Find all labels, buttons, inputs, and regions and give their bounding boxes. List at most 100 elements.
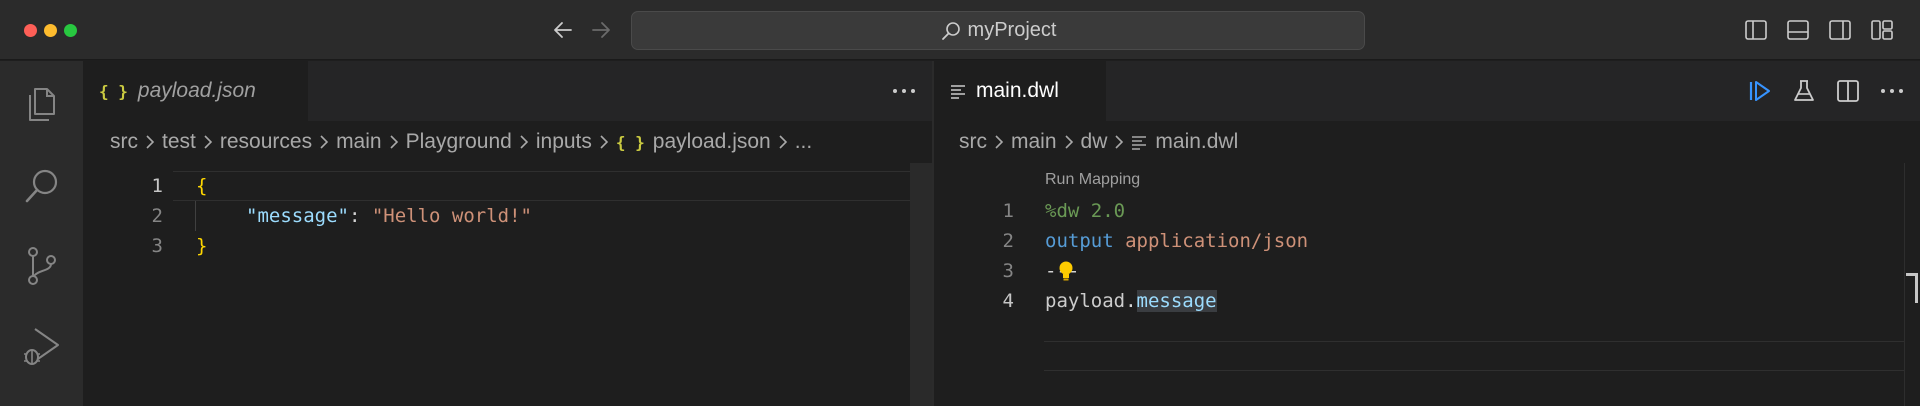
chevron-right-icon [1064, 134, 1074, 150]
line-number: 2 [1002, 230, 1014, 252]
window-zoom-button[interactable] [64, 24, 77, 37]
line-number: 1 [151, 175, 163, 197]
dwl-file-icon [1131, 134, 1147, 150]
code-text: { [196, 175, 208, 197]
code-line: 2 output application/json [934, 226, 1920, 256]
arrow-left-icon [554, 22, 572, 38]
json-braces-icon: { } [99, 81, 128, 101]
split-editor-icon [1837, 80, 1859, 102]
code-text: "message": "Hello world!" [246, 201, 532, 231]
run-mapping-icon [1749, 81, 1770, 101]
json-value: "Hello world!" [371, 205, 532, 227]
line-number: 3 [151, 235, 163, 257]
source-control-button[interactable] [0, 231, 83, 301]
chevron-right-icon [994, 134, 1004, 150]
vertical-scrollbar[interactable] [910, 163, 932, 406]
tab-payload-json[interactable]: { } payload.json [83, 61, 308, 121]
chevron-right-icon [519, 134, 529, 150]
go-forward-button[interactable] [584, 13, 618, 47]
code-dot: . [1125, 290, 1137, 312]
run-mapping-button[interactable] [1744, 75, 1776, 107]
command-center-search[interactable]: myProject [631, 11, 1365, 50]
line-number: 1 [1002, 200, 1014, 222]
breadcrumb-item[interactable]: resources [220, 130, 312, 154]
breadcrumb-item[interactable]: main.dwl [1155, 130, 1238, 154]
chevron-right-icon [778, 134, 788, 150]
test-button[interactable] [1788, 75, 1820, 107]
code-line: 2 "message": "Hello world!" [83, 201, 932, 231]
json-key: "message" [246, 205, 349, 227]
tab-actions [888, 75, 920, 107]
toggle-secondary-sidebar-icon[interactable] [1826, 16, 1854, 44]
toggle-primary-sidebar-icon[interactable] [1742, 16, 1770, 44]
code-text: payload.message [1045, 286, 1217, 316]
cursor-marker [1915, 273, 1918, 303]
code-line: 3 } [83, 231, 932, 261]
code-editor-dwl[interactable]: Run Mapping 1 %dw 2.0 2 output applicati… [934, 163, 1920, 406]
code-text: output application/json [1045, 226, 1308, 256]
tab-actions [1744, 75, 1908, 107]
chevron-right-icon [389, 134, 399, 150]
line-number: 3 [1002, 260, 1014, 282]
vertical-scrollbar[interactable] [1904, 163, 1920, 406]
code-line: 3 --- [934, 256, 1920, 286]
chevron-right-icon [319, 134, 329, 150]
project-name: myProject [967, 19, 1057, 41]
breadcrumb: src test resources main Playground input… [83, 121, 932, 163]
window-minimize-button[interactable] [44, 24, 57, 37]
more-actions-button[interactable] [1876, 75, 1908, 107]
editor-group-right: main.dwl src main dw main.dwl Run Mappin… [934, 61, 1920, 406]
more-actions-button[interactable] [888, 75, 920, 107]
code-editor-json[interactable]: 1 { 2 "message": "Hello world!" 3 } [83, 163, 932, 406]
explorer-button[interactable] [0, 69, 83, 139]
window-close-button[interactable] [24, 24, 37, 37]
toggle-panel-icon[interactable] [1784, 16, 1812, 44]
breadcrumb-item[interactable]: inputs [536, 130, 592, 154]
chevron-right-icon [203, 134, 213, 150]
run-debug-button[interactable] [0, 311, 83, 381]
test-flask-icon [1794, 80, 1814, 101]
breadcrumb-item[interactable]: payload.json [653, 130, 771, 154]
code-identifier: payload [1045, 290, 1126, 312]
breadcrumb-item[interactable]: main [1011, 130, 1057, 154]
line-number: 2 [151, 205, 163, 227]
arrow-right-icon [592, 22, 610, 38]
line-number: 4 [1002, 290, 1014, 312]
code-line: 1 %dw 2.0 [934, 196, 1920, 226]
json-colon: : [348, 205, 372, 227]
breadcrumb-item[interactable]: main [336, 130, 382, 154]
tab-bar: main.dwl [934, 61, 1920, 121]
more-actions-icon [1881, 89, 1903, 93]
code-line: 4 payload.message [934, 286, 1920, 316]
breadcrumb: src main dw main.dwl [934, 121, 1920, 163]
search-view-button[interactable] [0, 151, 83, 221]
mime-type: application/json [1125, 230, 1309, 252]
chevron-right-icon [1114, 134, 1124, 150]
code-text: %dw 2.0 [1045, 200, 1126, 222]
chevron-right-icon [145, 134, 155, 150]
go-back-button[interactable] [546, 13, 580, 47]
split-editor-button[interactable] [1832, 75, 1864, 107]
current-line-highlight [1044, 341, 1904, 371]
chevron-right-icon [599, 134, 609, 150]
title-bar: myProject [0, 0, 1920, 60]
breadcrumb-item[interactable]: dw [1081, 130, 1108, 154]
run-mapping-codelens[interactable]: Run Mapping [1045, 171, 1140, 189]
customize-layout-icon[interactable] [1868, 16, 1896, 44]
breadcrumb-overflow[interactable]: ... [795, 130, 813, 154]
breadcrumb-item[interactable]: Playground [406, 130, 512, 154]
code-text: } [196, 235, 208, 257]
tab-bar: { } payload.json [83, 61, 932, 121]
source-control-icon [27, 247, 56, 285]
breadcrumb-item[interactable]: src [959, 130, 987, 154]
breadcrumb-item[interactable]: test [162, 130, 196, 154]
tab-main-dwl[interactable]: main.dwl [934, 61, 1106, 121]
breadcrumb-item[interactable]: src [110, 130, 138, 154]
json-braces-icon: { } [615, 132, 645, 152]
tab-label: payload.json [137, 79, 256, 102]
code-property: message [1136, 290, 1217, 312]
tab-label: main.dwl [976, 79, 1059, 102]
keyword-output: output [1045, 230, 1114, 252]
search-icon [25, 169, 57, 203]
more-actions-icon [893, 89, 915, 93]
